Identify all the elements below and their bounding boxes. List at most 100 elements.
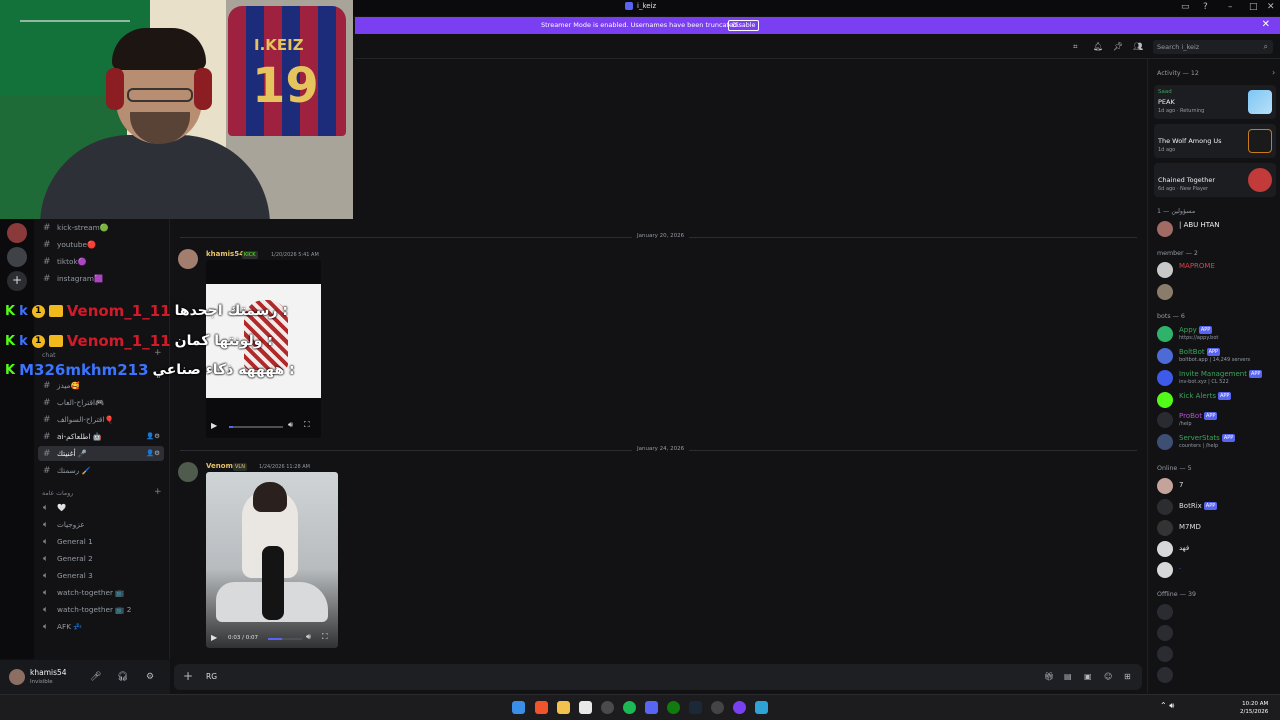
brave-icon[interactable] [535,701,548,714]
channel-settings-icon[interactable]: 👤⚙ [146,432,160,440]
category-voice[interactable]: رومات عامة [42,490,73,497]
add-attachment-icon[interactable]: + [183,669,193,683]
play-icon[interactable]: ▶ [211,633,217,642]
pin-icon[interactable]: 📌︎ [1113,42,1123,52]
play-icon[interactable]: ▶ [211,421,217,430]
spotify-icon[interactable] [623,701,636,714]
member-item[interactable]: | ABU HTAN [1157,219,1277,239]
member-item[interactable] [1157,282,1277,302]
close-banner-icon[interactable]: ✕ [1262,19,1270,30]
discord-icon[interactable] [645,701,658,714]
emoji-icon[interactable]: ☺ [1104,672,1112,681]
system-tray-icon[interactable]: ⌃ 🔊︎ [1160,701,1174,711]
app-icon[interactable] [755,701,768,714]
add-channel-icon[interactable]: + [154,487,162,497]
sticker-icon[interactable]: ▣ [1084,672,1092,681]
channel-item[interactable]: # ai-اطلعاكم 🤖 👤⚙ [38,429,164,444]
video-attachment[interactable]: ▶ 0:03 / 0:07 🔊︎ ⛶ [206,472,338,648]
voice-channel[interactable]: 🔈︎ watch-together 📺 2 [38,602,164,617]
channel-kick-stream[interactable]: # kick-stream🟢 [38,220,164,235]
threads-icon[interactable]: ⌗ [1073,42,1083,52]
xbox-icon[interactable] [667,701,680,714]
server-icon[interactable] [7,247,27,267]
channel-item[interactable]: # اقتراح-السوالف🎈 [38,412,164,427]
composer-text[interactable]: RG [206,672,217,681]
inbox-icon[interactable]: ▭ [1181,2,1190,12]
channel-item[interactable]: # اقتراح-العاب🎮 [38,395,164,410]
message-author[interactable]: Venom [206,462,233,470]
app-icon[interactable] [733,701,746,714]
category-chat[interactable]: chat [42,352,56,359]
bot-item[interactable]: ProBot APP /help [1157,410,1277,430]
gear-icon[interactable]: ⚙ [146,672,154,682]
bot-item[interactable]: Invite Management APP inv-bot.xyz | CL 52… [1157,368,1277,388]
member-item[interactable]: BotRix APP [1157,497,1277,517]
voice-channel[interactable]: 🔈︎ General 3 [38,568,164,583]
fullscreen-icon[interactable]: ⛶ [322,632,328,642]
server-icon[interactable] [7,223,27,243]
chevron-right-icon[interactable]: › [1272,68,1275,77]
avatar[interactable] [9,669,25,685]
help-icon[interactable]: ? [1203,2,1208,12]
member-item[interactable]: M7MD [1157,518,1277,538]
member-item-offline[interactable] [1157,665,1277,685]
bot-item[interactable]: Appy APP https://appy.bot [1157,324,1277,344]
disable-streamer-mode-button[interactable]: Disable [728,20,760,31]
volume-icon[interactable]: 🔊︎ [288,420,293,430]
gif-icon[interactable]: ▤ [1064,672,1072,681]
member-item[interactable]: MAPROME [1157,260,1277,280]
add-server-icon[interactable]: + [7,271,27,291]
video-seek-bar[interactable] [229,426,283,428]
gift-icon[interactable]: 🎁︎ [1044,672,1054,681]
message-composer[interactable]: + RG 🎁︎ ▤ ▣ ☺ ⊞ [174,664,1142,690]
member-item[interactable]: فهد [1157,539,1277,559]
activity-card[interactable]: Chained Together 6d ago · New Player [1154,163,1276,197]
file-explorer-icon[interactable] [557,701,570,714]
avatar[interactable] [178,249,198,269]
app-icon[interactable] [711,701,724,714]
message-author[interactable]: khamis54 [206,250,244,258]
fullscreen-icon[interactable]: ⛶ [304,420,310,430]
steam-icon[interactable] [689,701,702,714]
members-icon[interactable]: 👥︎ [1133,42,1143,52]
bot-item[interactable]: BoltBot APP boltbot.app | 14,249 servers [1157,346,1277,366]
member-item[interactable]: · [1157,560,1277,580]
minimize-button[interactable]: – [1228,2,1233,12]
search-input[interactable]: Search i_keiz ⌕ [1153,40,1273,54]
channel-youtube[interactable]: # youtube🔴 [38,237,164,252]
calendar-icon[interactable] [579,701,592,714]
windows-start-icon[interactable] [512,701,525,714]
close-window-button[interactable]: ✕ [1267,2,1275,12]
channel-instagram[interactable]: # instagram🟪 [38,271,164,286]
voice-channel[interactable]: 🔈︎ General 1 [38,534,164,549]
activity-card[interactable]: The Wolf Among Us 1d ago [1154,124,1276,158]
bell-icon[interactable]: 🔔︎ [1093,42,1103,52]
member-item-offline[interactable] [1157,623,1277,643]
member-item-offline[interactable] [1157,644,1277,664]
obs-icon[interactable] [601,701,614,714]
activity-card[interactable]: Saad PEAK 1d ago · Returning [1154,85,1276,119]
avatar[interactable] [178,462,198,482]
channel-tiktok[interactable]: # tiktok🟣 [38,254,164,269]
user-name[interactable]: khamis54 [30,668,67,677]
member-item[interactable]: 7 [1157,476,1277,496]
bot-item[interactable]: ServerStats APP counters | /help [1157,432,1277,452]
voice-channel[interactable]: 🔈︎ General 2 [38,551,164,566]
maximize-button[interactable]: □ [1249,2,1258,12]
member-item-offline[interactable] [1157,602,1277,622]
channel-item-selected[interactable]: # أغنيتك 🎤 👤⚙ [38,446,164,461]
video-seek-bar[interactable] [268,638,302,640]
channel-item[interactable]: # ميدز🥰 [38,378,164,393]
volume-icon[interactable]: 🔊︎ [306,632,311,642]
voice-channel[interactable]: 🔈︎ AFK 💤 [38,619,164,634]
channel-settings-icon[interactable]: 👤⚙ [146,449,160,457]
voice-channel[interactable]: 🔈︎ 🤍 [38,500,164,515]
microphone-icon[interactable]: 🎤︎ [90,672,101,682]
apps-icon[interactable]: ⊞ [1124,672,1131,681]
clock[interactable]: 10:20 AM 2/15/2026 [1240,700,1268,716]
voice-channel[interactable]: 🔈︎ watch-together 📺 [38,585,164,600]
channel-item[interactable]: # رسمتك 🖌️ [38,463,164,478]
voice-channel[interactable]: 🔈︎ عزوجيات [38,517,164,532]
headphones-icon[interactable]: 🎧︎ [117,672,128,682]
bot-item[interactable]: Kick Alerts APP [1157,390,1277,410]
